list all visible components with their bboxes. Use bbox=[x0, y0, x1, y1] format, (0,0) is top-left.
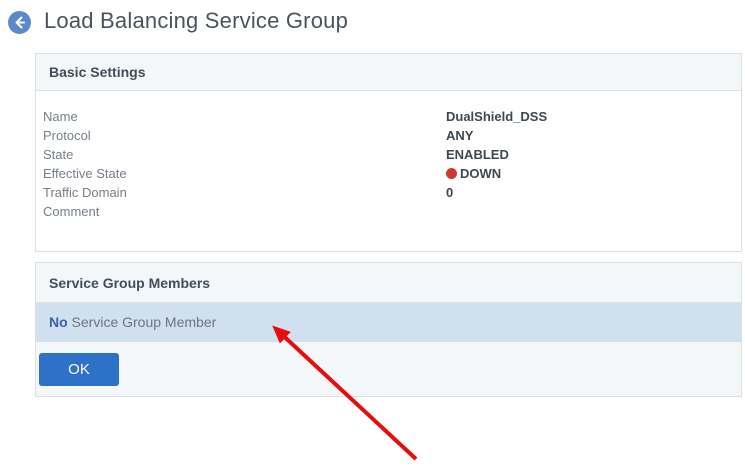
back-button[interactable] bbox=[8, 11, 31, 34]
arrow-left-icon bbox=[13, 16, 26, 29]
page-title: Load Balancing Service Group bbox=[44, 8, 348, 34]
no-service-group-member-row[interactable]: No Service Group Member bbox=[36, 303, 741, 342]
field-value: 0 bbox=[446, 183, 453, 202]
field-label: Effective State bbox=[43, 164, 446, 183]
field-value: DOWN bbox=[446, 164, 501, 183]
service-group-members-panel: Service Group Members No Service Group M… bbox=[35, 262, 742, 397]
field-label: State bbox=[43, 145, 446, 164]
field-row-traffic-domain: Traffic Domain 0 bbox=[43, 183, 741, 202]
field-label: Traffic Domain bbox=[43, 183, 446, 202]
empty-state-text: Service Group Member bbox=[68, 314, 217, 330]
empty-state-prefix: No bbox=[49, 314, 68, 330]
basic-settings-panel: Basic Settings Name DualShield_DSS Proto… bbox=[35, 53, 742, 252]
basic-settings-fields: Name DualShield_DSS Protocol ANY State E… bbox=[36, 91, 741, 221]
field-label: Name bbox=[43, 107, 446, 126]
field-row-state: State ENABLED bbox=[43, 145, 741, 164]
field-value: ANY bbox=[446, 126, 473, 145]
field-row-name: Name DualShield_DSS bbox=[43, 107, 741, 126]
basic-settings-header: Basic Settings bbox=[36, 54, 741, 91]
panel-footer: OK bbox=[36, 342, 741, 396]
field-row-comment: Comment bbox=[43, 202, 741, 221]
field-row-protocol: Protocol ANY bbox=[43, 126, 741, 145]
ok-button[interactable]: OK bbox=[39, 353, 119, 386]
field-value: DualShield_DSS bbox=[446, 107, 547, 126]
field-value: ENABLED bbox=[446, 145, 509, 164]
field-row-effective-state: Effective State DOWN bbox=[43, 164, 741, 183]
service-group-members-header: Service Group Members bbox=[36, 263, 741, 303]
field-label: Protocol bbox=[43, 126, 446, 145]
status-down-dot-icon bbox=[446, 168, 457, 179]
field-label: Comment bbox=[43, 202, 446, 221]
